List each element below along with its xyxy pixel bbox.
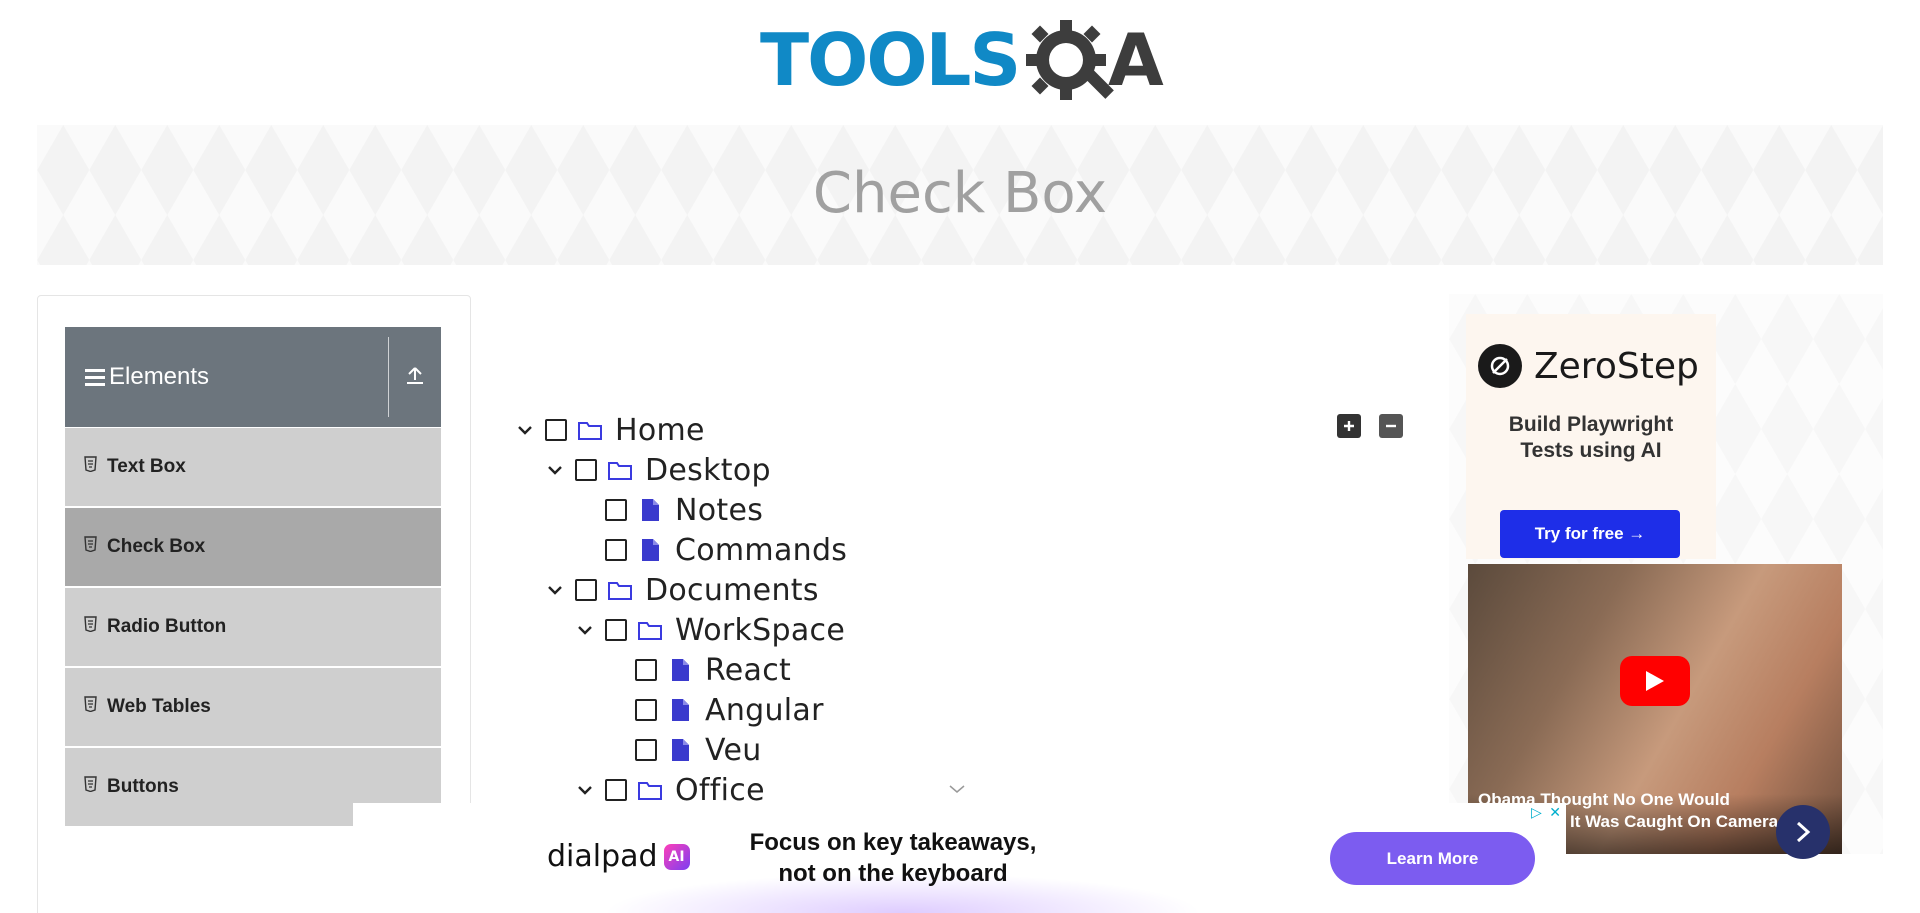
logo-text: TOOLS [760,18,1021,102]
collapse-up-icon[interactable] [403,363,427,387]
plus-icon [1344,421,1354,431]
file-icon [672,699,689,721]
close-icon[interactable]: ✕ [1549,804,1561,821]
sidebar-item-label: Radio Button [107,616,227,637]
folder-icon [608,462,632,480]
menu-icon [85,368,105,386]
checkbox[interactable] [575,579,597,601]
checkbox[interactable] [635,739,657,761]
next-arrow-icon[interactable] [1776,805,1830,859]
folder-icon [638,782,662,800]
sidebar-item-radio-button[interactable]: Radio Button [65,588,441,667]
collapse-all-button[interactable] [1379,414,1403,438]
scroll-down-chevron-icon[interactable] [948,783,966,795]
html5-icon [84,456,97,472]
checkbox[interactable] [545,419,567,441]
tree-node-notes: Notes [575,490,763,530]
folder-icon [578,422,602,440]
sidebar-group-title: Elements [109,363,210,390]
sidebar-item-label: Text Box [107,456,186,477]
html5-icon [84,696,97,712]
gear-magnifier-icon [1026,20,1114,100]
zerostep-logo-icon [1478,344,1522,388]
zerostep-subtitle: Build Playwright Tests using AI [1508,413,1674,462]
checkbox[interactable] [635,659,657,681]
sidebar-item-label: Web Tables [107,696,211,717]
checkbox[interactable] [605,499,627,521]
tree-node-angular: Angular [605,690,824,730]
sidebar-item-label: Check Box [107,536,206,557]
tree-node-desktop: Desktop [545,450,771,490]
zerostep-ad[interactable]: ZeroStep Build Playwright Tests using AI… [1466,314,1716,559]
sidebar-item-check-box[interactable]: Check Box [65,508,441,587]
sidebar-group-elements[interactable]: Elements [65,327,441,427]
play-icon[interactable] [1620,656,1690,706]
ad-tagline: Focus on key takeaways, not on the keybo… [749,829,1037,887]
zerostep-brand: ZeroStep [1478,344,1699,388]
chevron-down-icon[interactable] [545,580,565,600]
right-ad: ZeroStep Build Playwright Tests using AI… [1449,294,1883,854]
page-title: Check Box [812,161,1108,226]
file-icon [672,659,689,681]
tree-node-home: Home [515,410,705,450]
toolsqa-logo[interactable]: TOOLS A [760,16,1165,116]
folder-icon [638,622,662,640]
divider [388,337,389,417]
chevron-down-icon[interactable] [515,420,535,440]
ad-info-icon[interactable]: ▷ [1531,804,1542,821]
tree-node-react: React [605,650,791,690]
tree-node-documents: Documents [545,570,819,610]
tree-node-label[interactable]: Veu [705,733,762,768]
chevron-down-icon[interactable] [545,460,565,480]
tree-node-label[interactable]: WorkSpace [675,613,845,648]
ad-choices-close[interactable]: ▷ ✕ [1528,803,1564,821]
try-for-free-button[interactable]: Try for free → [1500,510,1680,558]
page-banner: Check Box [37,125,1883,265]
file-icon [642,539,659,561]
tree-node-label[interactable]: Angular [705,693,824,728]
file-icon [672,739,689,761]
html5-icon [84,616,97,632]
checkbox[interactable] [635,699,657,721]
tree-node-workspace: WorkSpace [575,610,845,650]
bottom-ad[interactable]: dialpad AI Focus on key takeaways, not o… [353,803,1566,913]
folder-icon [608,582,632,600]
tree-node-label[interactable]: Notes [675,493,763,528]
checkbox[interactable] [575,459,597,481]
minus-icon [1386,424,1396,428]
html5-icon [84,536,97,552]
checkbox[interactable] [605,619,627,641]
checkbox[interactable] [605,779,627,801]
html5-icon [84,776,97,792]
dialpad-logo: dialpad AI [547,839,690,874]
sidebar-item-web-tables[interactable]: Web Tables [65,668,441,747]
tree-node-label[interactable]: Home [615,413,705,448]
chevron-down-icon[interactable] [575,780,595,800]
tree-node-label[interactable]: Commands [675,533,847,568]
tree-node-label[interactable]: Desktop [645,453,771,488]
sidebar-item-label: Buttons [107,776,179,797]
sidebar-item-text-box[interactable]: Text Box [65,428,441,507]
tree-node-veu: Veu [605,730,762,770]
tree-node-label[interactable]: React [705,653,791,688]
video-caption-line2: It Was Caught On Camera [1570,812,1779,831]
sidebar-menu: Text Box Check Box Radio Button Web Tabl… [65,428,441,828]
ai-badge: AI [663,843,690,870]
dialpad-brand: dialpad [547,839,658,874]
tree-node-commands: Commands [575,530,847,570]
expand-all-button[interactable] [1337,414,1361,438]
tree-node-label[interactable]: Documents [645,573,819,608]
chevron-down-icon[interactable] [575,620,595,640]
zerostep-brand-name: ZeroStep [1534,345,1699,387]
file-icon [642,499,659,521]
logo-text-suffix: A [1108,18,1164,102]
learn-more-button[interactable]: Learn More [1330,832,1535,885]
checkbox[interactable] [605,539,627,561]
